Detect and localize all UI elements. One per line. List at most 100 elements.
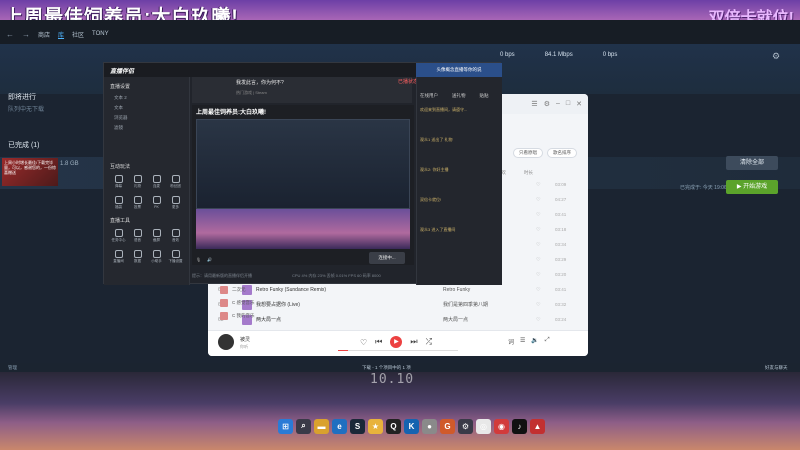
volume-icon[interactable]: 🔊 (207, 257, 212, 262)
tool-button[interactable]: 下播设置 (167, 248, 184, 265)
tool-label: 更多 (172, 204, 179, 209)
volume-icon[interactable]: 🔉 (531, 337, 538, 346)
song-album: 我们是第四季第八期 (443, 302, 489, 308)
net-stat-value: 0 bps (602, 52, 618, 58)
preview-banner-text: 上周最佳饲养员:大白玖曦! (196, 110, 266, 116)
tool-button[interactable]: 连麦 (148, 173, 165, 190)
tool-button[interactable]: 礼物 (129, 173, 146, 190)
kugou-icon[interactable]: K (404, 418, 419, 434)
scene-row[interactable]: 浏览器 (114, 115, 184, 123)
app-icon-3[interactable]: ◎ (476, 418, 491, 434)
list-icon[interactable]: ☰ (531, 100, 537, 108)
maximize-icon[interactable]: □ (566, 100, 570, 108)
filter-original[interactable]: 只看原唱 (513, 148, 543, 158)
douyin-icon[interactable]: ♪ (512, 418, 527, 434)
start-live-button[interactable]: 连接中... (369, 252, 405, 264)
now-playing-cover[interactable] (218, 334, 234, 350)
heart-icon[interactable]: ♡ (536, 197, 540, 203)
heart-icon[interactable]: ♡ (536, 227, 540, 233)
close-icon[interactable]: ✕ (576, 100, 582, 108)
friends-chat[interactable]: 好友与聊天 (765, 365, 788, 371)
progress-track[interactable] (338, 350, 458, 351)
heart-icon[interactable]: ♡ (536, 272, 540, 278)
chat-banner[interactable]: 头像概念直播等你的说 (416, 63, 502, 77)
filter-sort[interactable]: 歌名排序 (547, 148, 577, 158)
tool-label: 任务中心 (111, 237, 126, 242)
playlist-icon[interactable]: ☰ (520, 337, 525, 346)
scene-row[interactable]: 文本 (114, 105, 184, 113)
playlist-item[interactable]: C 感觉音乐 (220, 299, 300, 307)
search-icon[interactable]: ⌕ (296, 418, 311, 434)
tool-button[interactable]: PK (148, 194, 165, 211)
browser-icon[interactable]: e (332, 418, 347, 434)
folder-icon[interactable]: ▬ (314, 418, 329, 434)
tool-icon (133, 174, 142, 183)
nav-store[interactable]: 商店 (38, 30, 50, 39)
stream-category[interactable]: 热门游戏 | Steam (236, 90, 267, 96)
heart-icon[interactable]: ♡ (536, 317, 540, 323)
tool-button[interactable]: 弹幕 (110, 173, 127, 190)
app-icon-2[interactable]: ● (422, 418, 437, 434)
shuffle-icon[interactable]: ⤮ (426, 337, 432, 347)
game-icon[interactable]: G (440, 418, 455, 434)
play-icon[interactable]: ▶ (390, 336, 403, 348)
tool-label: 小助手 (151, 258, 162, 263)
tool-button[interactable]: 截屏 (148, 227, 165, 244)
heart-icon[interactable]: ♡ (536, 182, 540, 188)
heart-icon[interactable]: ♡ (360, 338, 367, 347)
tool-button[interactable]: 任务中心 (110, 227, 127, 244)
qq-icon[interactable]: Q (386, 418, 401, 434)
tool-button[interactable]: 音效 (167, 227, 184, 244)
windows-icon[interactable]: ⊞ (278, 418, 293, 434)
expand-icon[interactable]: ⤢ (545, 337, 550, 346)
next-icon[interactable]: ⏭ (410, 337, 417, 347)
tool-icon (114, 249, 123, 258)
tab-gifts[interactable]: 送礼物 (452, 93, 466, 99)
nav-user[interactable]: TONY (92, 31, 109, 37)
playlist-item[interactable]: C 我的音乐 (220, 312, 300, 320)
gear-icon[interactable]: ⚙ (544, 100, 550, 108)
scene-row[interactable]: 文本 2 (114, 95, 184, 103)
tool-label: 福袋 (115, 204, 122, 209)
microphone-icon[interactable]: 🎙 (196, 257, 201, 262)
nav-community[interactable]: 社区 (72, 30, 84, 39)
manage-downloads[interactable]: 管理 (8, 365, 17, 371)
scene-row[interactable]: 滤镜 (114, 125, 184, 133)
tool-button[interactable]: 数据 (129, 248, 146, 265)
heart-icon[interactable]: ♡ (536, 287, 540, 293)
heart-icon[interactable]: ♡ (536, 257, 540, 263)
clear-all-button[interactable]: 清除全部 (726, 156, 778, 170)
play-game-button[interactable]: ▶ 开始游戏 (726, 180, 778, 194)
stream-title[interactable]: 我发此言，你为何不? (236, 79, 284, 86)
minimize-icon[interactable]: – (556, 100, 560, 108)
tool-button[interactable]: 更多 (167, 194, 184, 211)
previous-icon[interactable]: ⏮ (375, 337, 382, 347)
steam-icon[interactable]: S (350, 418, 365, 434)
netease-icon[interactable]: ◉ (494, 418, 509, 434)
tool-button[interactable]: 直播间 (110, 248, 127, 265)
download-status[interactable]: 下载 - 1 个项目中的 1 项 (362, 365, 411, 371)
tool-icon[interactable]: ⚙ (458, 418, 473, 434)
gear-icon[interactable]: ⚙ (770, 50, 782, 62)
tool-button[interactable]: 福袋 (110, 194, 127, 211)
tool-button[interactable]: 粉丝团 (167, 173, 184, 190)
sidebar-heading: 直播设置 (110, 84, 131, 90)
heart-icon[interactable]: ♡ (536, 242, 540, 248)
tab-stickers[interactable]: 贴贴 (480, 93, 489, 99)
playlist-item[interactable]: 二次元 (220, 286, 300, 294)
tool-button[interactable]: 投票 (129, 194, 146, 211)
heart-icon[interactable]: ♡ (536, 302, 540, 308)
app-icon-4[interactable]: ▲ (530, 418, 545, 434)
tool-label: 弹幕 (115, 183, 122, 188)
chat-message: 观众3 进入了直播间 (420, 227, 456, 232)
app-icon[interactable]: ★ (368, 418, 383, 434)
lyrics-icon[interactable]: 词 (508, 337, 514, 346)
heart-icon[interactable]: ♡ (536, 212, 540, 218)
nav-library[interactable]: 库 (58, 30, 64, 39)
tool-button[interactable]: 小助手 (148, 248, 165, 265)
tab-online[interactable]: 在线用户 (420, 93, 438, 99)
game-thumbnail[interactable]: 上周小时增长最佳/下载完毕量，可以，感谢您的，一份惊喜赠送 (2, 158, 58, 186)
tool-button[interactable]: 语音 (129, 227, 146, 244)
forward-arrow-icon[interactable]: → (22, 30, 30, 39)
back-arrow-icon[interactable]: ← (6, 30, 14, 39)
